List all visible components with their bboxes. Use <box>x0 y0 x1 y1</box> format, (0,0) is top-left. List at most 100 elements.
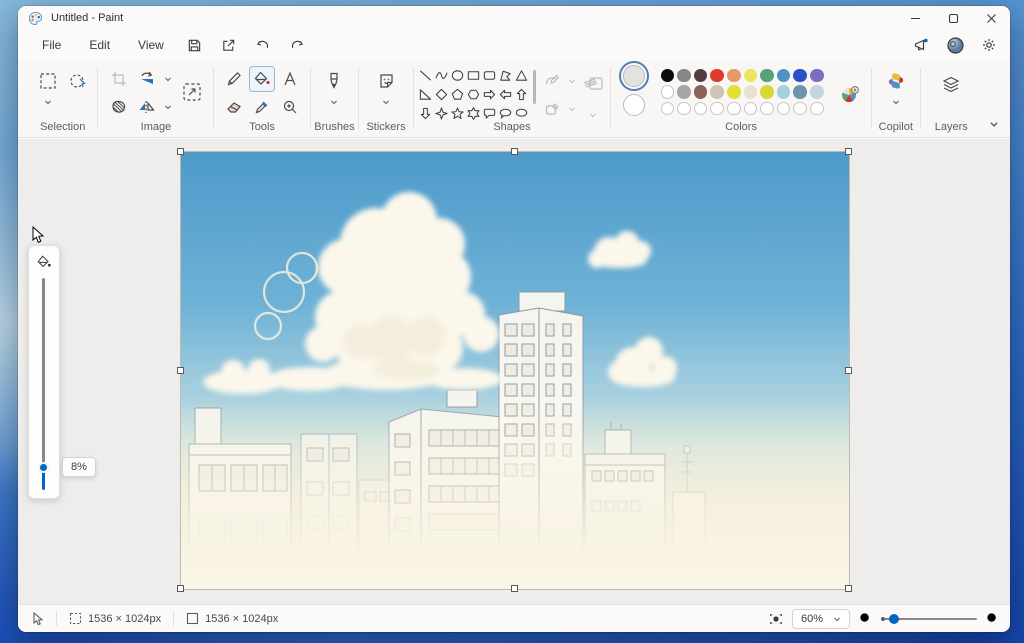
selection-handle-bottom-left[interactable] <box>177 585 184 592</box>
color-swatch[interactable] <box>793 102 807 116</box>
color-swatch[interactable] <box>661 69 675 83</box>
rectangle-select-button[interactable] <box>35 68 61 94</box>
resize-button[interactable] <box>179 79 205 105</box>
share-button[interactable] <box>216 33 242 57</box>
eraser-tool-button[interactable] <box>221 94 247 120</box>
menu-view[interactable]: View <box>128 34 174 56</box>
color1-swatch[interactable] <box>623 65 645 87</box>
color-swatch[interactable] <box>760 102 774 116</box>
color-swatch[interactable] <box>793 69 807 83</box>
shape-pentagon[interactable] <box>450 85 466 104</box>
color-swatch[interactable] <box>777 69 791 83</box>
layers-button[interactable] <box>938 72 964 98</box>
color-swatch[interactable] <box>810 102 824 116</box>
color-swatch[interactable] <box>661 85 675 99</box>
color-swatch[interactable] <box>744 102 758 116</box>
color-swatch[interactable] <box>710 69 724 83</box>
color-swatch[interactable] <box>710 102 724 116</box>
zoom-out-icon[interactable] <box>858 611 873 626</box>
brushes-button[interactable] <box>321 68 347 94</box>
crop-button[interactable] <box>106 66 132 92</box>
remove-background-button[interactable] <box>106 94 132 120</box>
shape-line[interactable] <box>418 66 434 85</box>
shape-hexagon[interactable] <box>466 85 482 104</box>
shape-triangle[interactable] <box>514 66 530 85</box>
zoom-slider[interactable] <box>881 613 977 625</box>
settings-button[interactable] <box>976 33 1002 57</box>
zoom-in-icon[interactable] <box>985 611 1000 626</box>
shape-arrow-up[interactable] <box>514 85 530 104</box>
shape-arrow-right[interactable] <box>482 85 498 104</box>
maximize-button[interactable] <box>934 6 972 30</box>
shape-outline-chevron[interactable] <box>566 76 578 86</box>
close-button[interactable] <box>972 6 1010 30</box>
shape-fill-chevron[interactable] <box>566 104 578 114</box>
menu-edit[interactable]: Edit <box>79 34 120 56</box>
feedback-button[interactable] <box>908 33 934 57</box>
selection-dropdown-chevron[interactable] <box>42 97 54 107</box>
color-swatch[interactable] <box>694 85 708 99</box>
redo-button[interactable] <box>284 33 310 57</box>
color-swatch[interactable] <box>694 102 708 116</box>
color-swatch[interactable] <box>727 69 741 83</box>
color-swatch[interactable] <box>661 102 675 116</box>
shape-polygon[interactable] <box>498 66 514 85</box>
shapes-scrollbar[interactable] <box>533 70 536 104</box>
zoom-dropdown[interactable]: 60% <box>792 609 850 629</box>
tolerance-slider-thumb[interactable] <box>38 462 49 473</box>
copilot-button[interactable] <box>883 68 909 94</box>
shape-curve[interactable] <box>434 66 450 85</box>
shape-arrow-left[interactable] <box>498 85 514 104</box>
color-swatch[interactable] <box>744 85 758 99</box>
color-swatch[interactable] <box>710 85 724 99</box>
selection-handle-bottom-right[interactable] <box>845 585 852 592</box>
copilot-dropdown-chevron[interactable] <box>890 97 902 107</box>
text-tool-button[interactable] <box>277 66 303 92</box>
color-swatch[interactable] <box>677 85 691 99</box>
tolerance-slider-track[interactable] <box>42 278 45 468</box>
canvas[interactable] <box>181 152 849 589</box>
flip-dropdown-chevron[interactable] <box>162 102 174 112</box>
selection-handle-mid-left[interactable] <box>177 367 184 374</box>
workspace[interactable] <box>18 139 1010 605</box>
freeform-select-button[interactable] <box>65 68 91 94</box>
shape-rounded-rectangle[interactable] <box>482 66 498 85</box>
fill-tool-button[interactable] <box>249 66 275 92</box>
shape-outline-button[interactable] <box>542 70 564 92</box>
color2-swatch[interactable] <box>623 94 645 116</box>
color-swatch[interactable] <box>694 69 708 83</box>
color-swatch[interactable] <box>727 102 741 116</box>
shape-fill-button[interactable] <box>542 98 564 120</box>
selection-handle-top-center[interactable] <box>511 148 518 155</box>
color-swatch[interactable] <box>777 102 791 116</box>
minimize-button[interactable] <box>896 6 934 30</box>
stickers-button[interactable] <box>373 68 399 94</box>
selection-handle-top-right[interactable] <box>845 148 852 155</box>
shape-style-button[interactable] <box>580 70 606 96</box>
magnifier-tool-button[interactable] <box>277 94 303 120</box>
flip-button[interactable] <box>134 94 160 120</box>
shape-rectangle[interactable] <box>466 66 482 85</box>
color-swatch[interactable] <box>760 69 774 83</box>
color-swatch[interactable] <box>677 102 691 116</box>
shape-oval[interactable] <box>450 66 466 85</box>
pencil-tool-button[interactable] <box>221 66 247 92</box>
selection-handle-bottom-center[interactable] <box>511 585 518 592</box>
selection-handle-top-left[interactable] <box>177 148 184 155</box>
save-button[interactable] <box>182 33 208 57</box>
ribbon-collapse-chevron[interactable] <box>988 119 1000 129</box>
color-swatch[interactable] <box>744 69 758 83</box>
color-swatch[interactable] <box>810 85 824 99</box>
rotate-button[interactable] <box>134 66 160 92</box>
color-swatch[interactable] <box>760 85 774 99</box>
stickers-dropdown-chevron[interactable] <box>380 97 392 107</box>
zoom-slider-thumb[interactable] <box>889 614 899 624</box>
brushes-dropdown-chevron[interactable] <box>328 97 340 107</box>
shape-style-chevron[interactable] <box>587 110 599 120</box>
color-swatch[interactable] <box>677 69 691 83</box>
shape-diamond[interactable] <box>434 85 450 104</box>
undo-button[interactable] <box>250 33 276 57</box>
color-swatch[interactable] <box>777 85 791 99</box>
edit-colors-button[interactable] <box>837 82 863 108</box>
titlebar[interactable]: Untitled - Paint <box>18 6 1010 30</box>
